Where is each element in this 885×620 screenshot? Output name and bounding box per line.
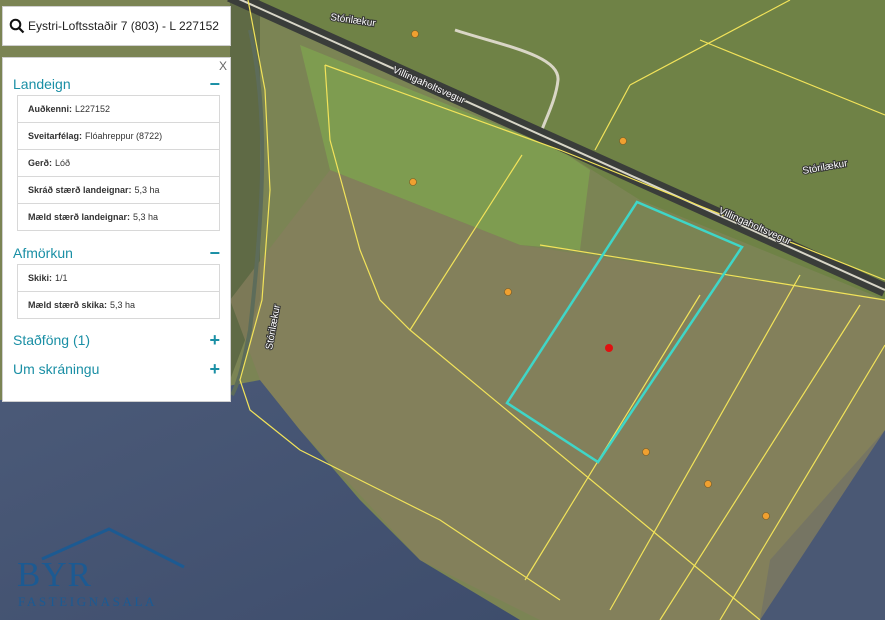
info-key: Mæld stærð skika: — [28, 300, 108, 310]
search-icon[interactable] — [9, 18, 25, 34]
address-marker[interactable] — [619, 137, 627, 145]
section-stadfong-header[interactable]: Staðföng (1) + — [3, 329, 230, 351]
collapse-icon[interactable]: − — [209, 243, 220, 264]
section-title: Um skráningu — [13, 361, 100, 377]
address-marker[interactable] — [704, 480, 712, 488]
section-landeign-header[interactable]: Landeign − — [3, 73, 230, 95]
search-input[interactable]: Eystri-Loftsstaðir 7 (803) - L 227152 — [28, 19, 219, 33]
info-value: 5,3 ha — [110, 300, 136, 310]
address-marker[interactable] — [411, 30, 419, 38]
info-key: Sveitarfélag: — [28, 131, 83, 141]
info-key: Auðkenni: — [28, 104, 72, 114]
info-value: 5,3 ha — [133, 212, 159, 222]
address-marker[interactable] — [762, 512, 770, 520]
address-marker[interactable] — [504, 288, 512, 296]
info-key: Skiki: — [28, 273, 53, 283]
search-box[interactable]: Eystri-Loftsstaðir 7 (803) - L 227152 — [2, 6, 231, 46]
logo-text: BYR — [17, 555, 92, 594]
info-row: Mæld stærð landeignar: 5,3 ha — [18, 204, 219, 230]
landeign-rows: Auðkenni: L227152 Sveitarfélag: Flóahreppu… — [17, 95, 220, 231]
byr-logo: BYR FASTEIGNASALA — [14, 527, 194, 612]
section-title: Afmörkun — [13, 245, 73, 261]
section-title: Staðföng (1) — [13, 332, 91, 348]
info-value: Lóð — [55, 158, 71, 168]
property-info-panel: X Landeign − Auðkenni: L227152 Sveitarfél… — [2, 57, 231, 402]
section-title: Landeign — [13, 76, 71, 92]
collapse-icon[interactable]: − — [209, 74, 220, 95]
info-key: Gerð: — [28, 158, 53, 168]
afmorkun-rows: Skiki: 1/1 Mæld stærð skika: 5,3 ha — [17, 264, 220, 319]
info-key: Skráð stærð landeignar: — [28, 185, 132, 195]
info-row: Mæld stærð skika: 5,3 ha — [18, 292, 219, 318]
close-button[interactable]: X — [219, 59, 227, 73]
address-marker[interactable] — [642, 448, 650, 456]
info-row: Sveitarfélag: Flóahreppur (8722) — [18, 123, 219, 150]
info-row: Gerð: Lóð — [18, 150, 219, 177]
info-row: Skráð stærð landeignar: 5,3 ha — [18, 177, 219, 204]
info-row: Auðkenni: L227152 — [18, 96, 219, 123]
expand-icon[interactable]: + — [209, 330, 220, 351]
address-marker[interactable] — [409, 178, 417, 186]
info-value: 5,3 ha — [134, 185, 160, 195]
info-value: Flóahreppur (8722) — [85, 131, 163, 141]
logo-subtext: FASTEIGNASALA — [18, 594, 158, 609]
info-value: 1/1 — [55, 273, 68, 283]
section-um-skraningu-header[interactable]: Um skráningu + — [3, 358, 230, 380]
selected-address-marker[interactable] — [605, 344, 613, 352]
info-key: Mæld stærð landeignar: — [28, 212, 131, 222]
info-value: L227152 — [75, 104, 111, 114]
expand-icon[interactable]: + — [209, 359, 220, 380]
info-row: Skiki: 1/1 — [18, 265, 219, 292]
section-afmorkun-header[interactable]: Afmörkun − — [3, 242, 230, 264]
